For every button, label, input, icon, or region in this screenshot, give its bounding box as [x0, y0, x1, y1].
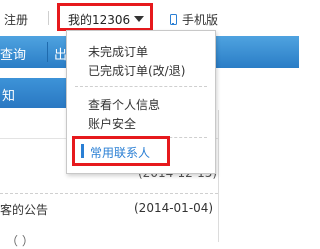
menu-item-personal-info[interactable]: 查看个人信息 [88, 96, 160, 113]
header-divider [48, 11, 49, 25]
notice-link[interactable]: 客的公告 [0, 201, 48, 218]
menu-item-frequent-contacts[interactable]: 常用联系人 [72, 136, 170, 166]
chevron-down-icon [134, 16, 144, 22]
nav-divider [47, 42, 48, 62]
menu-item-finished-orders[interactable]: 已完成订单(改/退) [88, 62, 185, 79]
menu-item-account-security[interactable]: 账户安全 [88, 115, 136, 132]
my12306-label: 我的12306 [68, 13, 131, 27]
register-link[interactable]: 注册 [4, 11, 28, 28]
menu-item-label: 常用联系人 [90, 146, 151, 160]
selected-indicator [81, 144, 84, 158]
notice-date: (2014-01-04) [134, 201, 214, 215]
my12306-dropdown-menu: 未完成订单 已完成订单(改/退) 查看个人信息 账户安全 常用联系人 [66, 30, 216, 174]
menu-item-unfinished-orders[interactable]: 未完成订单 [88, 43, 148, 60]
sidebar-section-title: 知 [2, 89, 16, 104]
sidebar-section-header: 知 [0, 78, 70, 108]
nav-item-query[interactable]: 查询 [0, 44, 26, 63]
menu-divider [75, 86, 207, 87]
row-divider [0, 193, 218, 194]
notice-link[interactable]: （ ） [6, 232, 34, 249]
phone-icon [170, 14, 177, 25]
mobile-version-link[interactable]: 手机版 [170, 11, 218, 28]
mobile-version-label: 手机版 [182, 13, 219, 27]
my12306-menu-button[interactable]: 我的12306 [57, 3, 153, 31]
